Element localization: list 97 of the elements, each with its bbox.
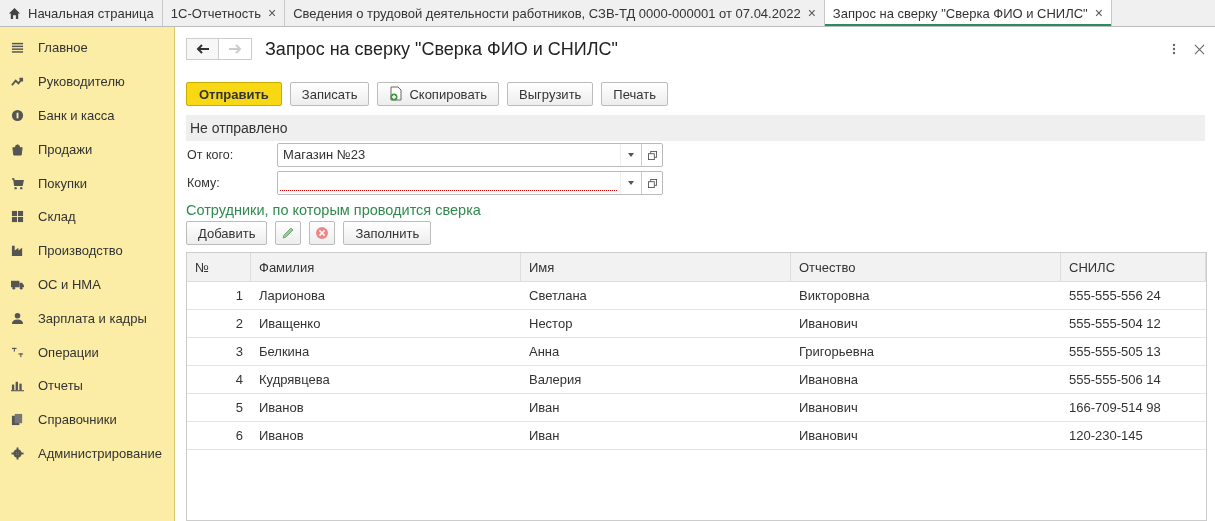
table-cell-text: Ивановна bbox=[798, 371, 860, 389]
table-cell-text: 120-230-145 bbox=[1068, 427, 1144, 445]
sidebar-item[interactable]: Главное bbox=[0, 31, 174, 65]
sidebar-item[interactable]: Производство bbox=[0, 233, 174, 268]
close-icon[interactable]: × bbox=[268, 5, 277, 21]
bar-chart-icon bbox=[11, 379, 24, 393]
tab[interactable]: Сведения о трудовой деятельности работников, СЗВ-ТД 0000-000001 от 07.04.2022 × bbox=[285, 0, 825, 26]
edit-button[interactable] bbox=[275, 221, 302, 245]
open-window-icon[interactable] bbox=[647, 178, 657, 188]
person-icon bbox=[11, 311, 24, 325]
sidebar-item[interactable]: Банк и касса bbox=[0, 98, 174, 133]
home-icon bbox=[8, 6, 21, 20]
field-label: От кого: bbox=[186, 148, 235, 162]
back-button[interactable] bbox=[186, 38, 219, 60]
sidebar-item[interactable]: ОС и НМА bbox=[0, 267, 174, 302]
toolbar-button[interactable]: Записать bbox=[289, 82, 370, 106]
open-window-icon[interactable] bbox=[647, 150, 657, 160]
table-cell-text: 4 bbox=[234, 371, 244, 389]
table-cell-text: Иванович bbox=[798, 427, 859, 445]
tab[interactable]: 1С-Отчетность × bbox=[162, 0, 286, 26]
table-cell-text: 555-555-505 13 bbox=[1068, 343, 1162, 361]
bag-icon bbox=[11, 142, 24, 156]
table-cell-text: Иван bbox=[528, 427, 561, 445]
table-cell-text: 5 bbox=[234, 399, 244, 417]
sidebar-item[interactable]: Продажи bbox=[0, 132, 174, 167]
table-cell-text: Светлана bbox=[528, 287, 588, 305]
table-cell-text: Нестор bbox=[528, 315, 574, 333]
table-cell-text: Белкина bbox=[258, 343, 311, 361]
table-cell-text: Викторовна bbox=[798, 287, 871, 305]
table-cell-text: Иванович bbox=[798, 315, 859, 333]
input-field[interactable] bbox=[277, 171, 663, 195]
column-header[interactable]: № bbox=[187, 253, 251, 281]
table-cell-text: 1 bbox=[234, 287, 244, 305]
table-cell-text: Валерия bbox=[528, 371, 583, 389]
tab-label: Начальная страница bbox=[28, 5, 154, 21]
column-header[interactable]: Фамилия bbox=[251, 253, 521, 281]
sidebar-item[interactable]: Руководителю bbox=[0, 64, 174, 99]
factory-icon bbox=[11, 244, 24, 258]
cart-icon bbox=[11, 176, 24, 190]
close-icon[interactable] bbox=[1194, 43, 1205, 55]
tab[interactable]: Запрос на сверку "Сверка ФИО и СНИЛС" × bbox=[824, 0, 1112, 26]
table-cell-text: Анна bbox=[528, 343, 561, 361]
table-cell-text: Ларионова bbox=[258, 287, 326, 305]
table-cell-text: 555-555-506 14 bbox=[1068, 371, 1162, 389]
sidebar-item[interactable]: Администрирование bbox=[0, 436, 174, 471]
table-cell-text: 166-709-514 98 bbox=[1068, 399, 1162, 417]
dropdown-icon[interactable] bbox=[628, 181, 634, 185]
toolbar-button[interactable]: Печать bbox=[601, 82, 668, 106]
table-cell-text: Иващенко bbox=[258, 315, 322, 333]
sidebar-item[interactable]: Справочники bbox=[0, 402, 174, 437]
close-icon[interactable]: × bbox=[807, 5, 816, 21]
tab[interactable]: Начальная страница bbox=[0, 0, 163, 26]
books-icon bbox=[11, 413, 24, 427]
table-cell-text: Иван bbox=[528, 399, 561, 417]
table-cell-text: Иванович bbox=[798, 399, 859, 417]
table-cell-text: 555-555-504 12 bbox=[1068, 315, 1162, 333]
delete-icon bbox=[315, 226, 330, 240]
tab-label: Сведения о трудовой деятельности работников, СЗВ-ТД 0000-000001 от 07.04.2022 bbox=[293, 5, 801, 21]
table-cell-text: 2 bbox=[234, 315, 244, 333]
dropdown-icon[interactable] bbox=[628, 153, 634, 157]
sidebar-item[interactable]: Склад bbox=[0, 200, 174, 234]
section-title: Сотрудники, по которым проводится сверка bbox=[186, 202, 482, 218]
toolbar-button[interactable]: Отправить bbox=[186, 82, 282, 106]
table-cell-text: 6 bbox=[234, 427, 244, 445]
forward-arrow-icon bbox=[228, 44, 242, 54]
coin-icon bbox=[11, 109, 24, 122]
toolbar-button[interactable]: Добавить bbox=[186, 221, 268, 245]
column-header[interactable]: Отчество bbox=[791, 253, 1061, 281]
back-arrow-icon bbox=[195, 44, 210, 54]
toolbar-button[interactable]: Скопировать bbox=[377, 82, 500, 106]
form-title: Запрос на сверку "Сверка ФИО и СНИЛС" bbox=[265, 38, 618, 60]
table-cell-text: Иванов bbox=[258, 399, 305, 417]
menu-icon bbox=[11, 41, 24, 55]
tab-label: Запрос на сверку "Сверка ФИО и СНИЛС" bbox=[832, 5, 1088, 21]
field-label: Кому: bbox=[186, 176, 221, 190]
sidebar-item[interactable]: Зарплата и кадры bbox=[0, 301, 174, 336]
sidebar-item[interactable]: Покупки bbox=[0, 166, 174, 200]
tab-label: 1С-Отчетность bbox=[170, 5, 261, 21]
trend-icon bbox=[11, 75, 24, 89]
column-header[interactable]: СНИЛС bbox=[1061, 253, 1206, 281]
pencil-icon bbox=[281, 226, 296, 240]
more-icon[interactable] bbox=[1172, 43, 1176, 55]
status-bar: Не отправлено bbox=[186, 115, 1205, 141]
copy-icon bbox=[389, 86, 404, 102]
input-field[interactable]: Магазин №23 bbox=[277, 143, 663, 167]
table-cell-text: Иванов bbox=[258, 427, 305, 445]
table-cell-text: Григорьевна bbox=[798, 343, 876, 361]
close-icon[interactable]: × bbox=[1094, 5, 1103, 21]
toolbar-button[interactable]: Выгрузить bbox=[507, 82, 594, 106]
table-cell-text: Кудрявцева bbox=[258, 371, 331, 389]
sidebar-item[interactable]: Отчеты bbox=[0, 368, 174, 403]
grid-icon bbox=[11, 210, 24, 224]
column-header[interactable]: Имя bbox=[521, 253, 791, 281]
table-cell-text: 555-555-556 24 bbox=[1068, 287, 1162, 305]
table-cell-text: 3 bbox=[234, 343, 244, 361]
toolbar-button[interactable]: Заполнить bbox=[343, 221, 432, 245]
sidebar-item[interactable]: Операции bbox=[0, 335, 174, 369]
